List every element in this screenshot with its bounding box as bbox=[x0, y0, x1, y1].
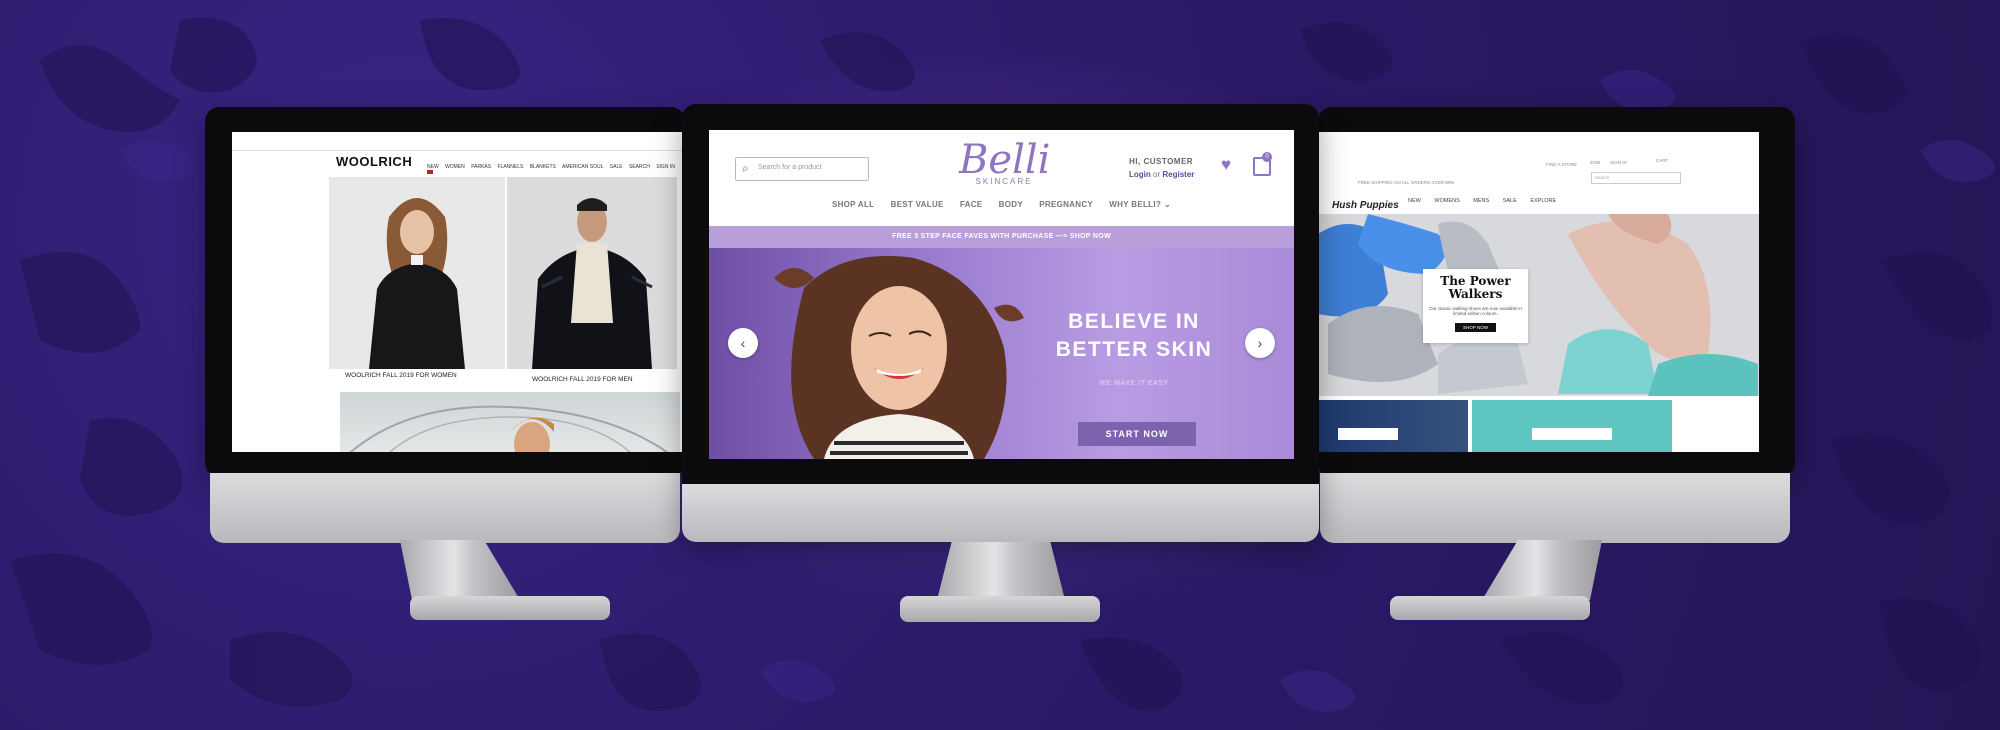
search-icon: ⌕ bbox=[742, 161, 749, 175]
nav-body[interactable]: BODY bbox=[999, 200, 1023, 209]
carousel-next-button[interactable]: › bbox=[1245, 328, 1275, 358]
hushpuppies-hero[interactable]: The Power Walkers Our classic walking sh… bbox=[1318, 214, 1759, 396]
hero-model-image bbox=[774, 256, 1024, 459]
hushpuppies-tile-1[interactable] bbox=[1318, 400, 1468, 452]
woolrich-screen: WOOLRICH NEW WOMEN PARKAS FLANNELS BLANK… bbox=[232, 132, 684, 452]
hush-nav-item[interactable]: MENS bbox=[1473, 198, 1489, 204]
woolrich-logo[interactable]: WOOLRICH bbox=[336, 154, 412, 169]
cart-link[interactable]: CART bbox=[1656, 158, 1668, 163]
belli-main-nav: SHOP ALL BEST VALUE FACE BODY PREGNANCY … bbox=[709, 200, 1294, 209]
woolrich-nav-item[interactable]: PARKAS bbox=[471, 164, 491, 170]
heart-icon[interactable]: ♥ bbox=[1221, 155, 1231, 175]
chevron-down-icon: ⌄ bbox=[1164, 200, 1172, 209]
woolrich-campaign-image[interactable] bbox=[340, 392, 680, 452]
hero-tagline: WE MAKE IT EASY bbox=[1099, 380, 1169, 387]
woolrich-women-caption[interactable]: WOOLRICH FALL 2019 FOR WOMEN bbox=[345, 372, 457, 379]
belli-hero-carousel: BELIEVE IN BETTER SKIN WE MAKE IT EASY S… bbox=[709, 248, 1294, 459]
chevron-right-icon: › bbox=[1257, 335, 1263, 351]
hushpuppies-logo[interactable]: Hush Puppies bbox=[1332, 200, 1399, 211]
hush-nav-item[interactable]: SALE bbox=[1503, 198, 1517, 204]
belli-logo[interactable]: Belli SKINCARE bbox=[959, 137, 1051, 186]
promo-banner[interactable]: FREE 3 STEP FACE FAVES WITH PURCHASE —> … bbox=[709, 226, 1294, 248]
hushpuppies-screen: FREE SHIPPING ON ALL ORDERS OVER $99! FI… bbox=[1318, 132, 1759, 452]
nav-best-value[interactable]: BEST VALUE bbox=[891, 200, 944, 209]
woolrich-top-rule bbox=[232, 150, 684, 151]
account-links: Login or Register bbox=[1129, 170, 1194, 179]
tile-label bbox=[1338, 428, 1398, 440]
hush-nav-item[interactable]: NEW bbox=[1408, 198, 1421, 204]
start-now-button[interactable]: START NOW bbox=[1078, 422, 1196, 446]
belli-logo-text: Belli bbox=[959, 137, 1051, 183]
woolrich-nav: NEW WOMEN PARKAS FLANNELS BLANKETS AMERI… bbox=[427, 164, 684, 176]
join-link[interactable]: JOIN bbox=[1590, 160, 1600, 165]
woolrich-nav-item[interactable]: SALE bbox=[610, 164, 623, 170]
nav-why-belli-label: WHY BELLI? bbox=[1109, 200, 1162, 209]
right-monitor-chin bbox=[1320, 473, 1790, 543]
find-store-link[interactable]: FIND A STORE bbox=[1546, 162, 1577, 167]
woolrich-nav-item[interactable]: SEARCH bbox=[629, 164, 650, 170]
power-walkers-description: Our classic walking shoes are now availa… bbox=[1429, 306, 1522, 316]
power-walkers-card: The Power Walkers Our classic walking sh… bbox=[1423, 269, 1528, 343]
or-text: or bbox=[1153, 170, 1161, 179]
hero-title: BELIEVE IN BETTER SKIN bbox=[1055, 310, 1213, 361]
belli-search-input[interactable]: ⌕ Search for a product bbox=[735, 157, 869, 181]
right-monitor-stand-base bbox=[1390, 596, 1590, 620]
nav-face[interactable]: FACE bbox=[960, 200, 983, 209]
hushpuppies-utility-bar: FREE SHIPPING ON ALL ORDERS OVER $99! FI… bbox=[1318, 132, 1759, 185]
left-monitor-stand-base bbox=[410, 596, 610, 620]
center-monitor-stand-base bbox=[900, 596, 1100, 622]
shipping-notice: FREE SHIPPING ON ALL ORDERS OVER $99! bbox=[1358, 180, 1455, 185]
cart-count-badge: 0 bbox=[1262, 152, 1272, 162]
hush-nav-item[interactable]: EXPLORE bbox=[1530, 198, 1556, 204]
login-link[interactable]: Login bbox=[1129, 170, 1151, 179]
chevron-left-icon: ‹ bbox=[740, 335, 746, 351]
belli-header: ⌕ Search for a product Belli SKINCARE HI… bbox=[709, 130, 1294, 226]
sign-in-link[interactable]: SIGN IN bbox=[1610, 160, 1627, 165]
nav-pregnancy[interactable]: PREGNANCY bbox=[1039, 200, 1093, 209]
woolrich-nav-item[interactable]: AMERICAN SOUL bbox=[562, 164, 603, 170]
woolrich-nav-item[interactable]: FLANNELS bbox=[498, 164, 524, 170]
center-monitor-chin bbox=[682, 484, 1319, 542]
left-monitor-chin bbox=[210, 473, 680, 543]
woolrich-women-image[interactable] bbox=[329, 177, 505, 369]
carousel-prev-button[interactable]: ‹ bbox=[728, 328, 758, 358]
woolrich-nav-item[interactable]: WOMEN bbox=[445, 164, 465, 170]
shop-now-button[interactable]: SHOP NOW bbox=[1455, 323, 1496, 332]
belli-screen: ⌕ Search for a product Belli SKINCARE HI… bbox=[709, 130, 1294, 459]
customer-greeting: HI, CUSTOMER bbox=[1129, 157, 1194, 166]
center-monitor-stand-neck bbox=[936, 542, 1066, 604]
nav-why-belli[interactable]: WHY BELLI? ⌄ bbox=[1109, 200, 1171, 209]
flag-icon[interactable] bbox=[427, 170, 433, 174]
woolrich-nav-item[interactable]: BLANKETS bbox=[530, 164, 556, 170]
hushpuppies-nav: NEW WOMENS MENS SALE EXPLORE bbox=[1408, 198, 1568, 204]
woolrich-men-image[interactable] bbox=[507, 177, 677, 369]
hush-nav-item[interactable]: WOMENS bbox=[1434, 198, 1459, 204]
woolrich-men-caption[interactable]: WOOLRICH FALL 2019 FOR MEN bbox=[532, 376, 633, 383]
shoes-image bbox=[1318, 214, 1759, 396]
hushpuppies-search-input[interactable]: Search bbox=[1591, 172, 1681, 184]
nav-shop-all[interactable]: SHOP ALL bbox=[832, 200, 874, 209]
tile-label bbox=[1532, 428, 1612, 440]
register-link[interactable]: Register bbox=[1162, 170, 1194, 179]
woolrich-nav-item[interactable]: SIGN IN bbox=[656, 164, 675, 170]
search-placeholder: Search for a product bbox=[758, 164, 822, 171]
hushpuppies-tile-2[interactable] bbox=[1472, 400, 1672, 452]
power-walkers-title: The Power Walkers bbox=[1440, 274, 1511, 301]
